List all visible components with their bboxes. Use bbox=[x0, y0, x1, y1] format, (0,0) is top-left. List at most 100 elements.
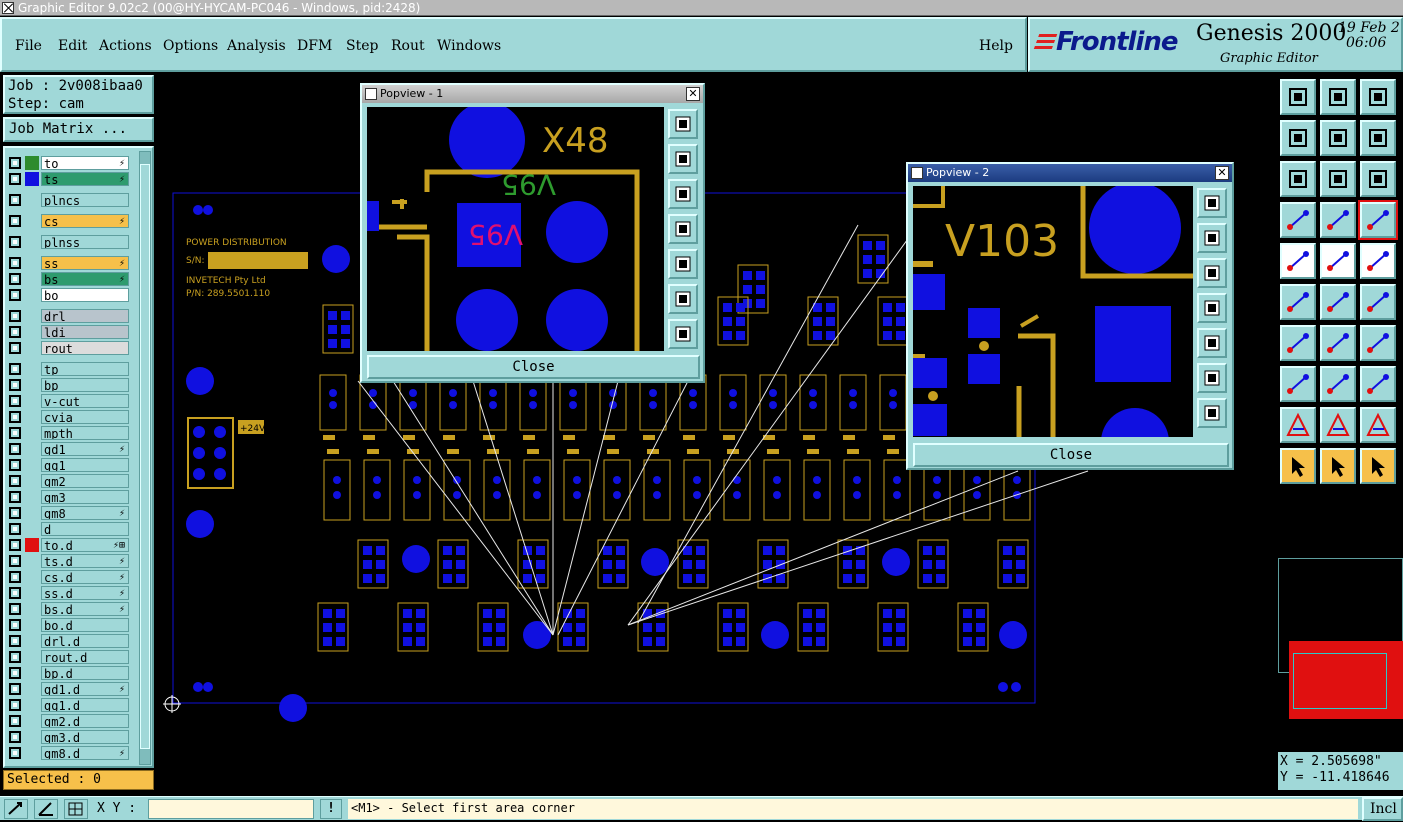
layer-name[interactable]: bp.d bbox=[41, 666, 129, 680]
layer-checkbox[interactable] bbox=[9, 587, 21, 599]
layer-color-swatch[interactable] bbox=[25, 410, 39, 424]
triangle-c-icon[interactable] bbox=[1360, 407, 1396, 443]
layer-checkbox[interactable] bbox=[9, 326, 21, 338]
layer-row-plnss[interactable]: plnss bbox=[9, 235, 129, 249]
layer-name[interactable]: to ⚡ bbox=[41, 156, 129, 170]
layer-row-gm2-d[interactable]: gm2.d bbox=[9, 714, 129, 728]
popview-1-zoom-home-icon[interactable] bbox=[668, 319, 698, 349]
layer-row-cs[interactable]: cs ⚡ bbox=[9, 214, 129, 228]
layer-checkbox[interactable] bbox=[9, 635, 21, 647]
popview-2[interactable]: Popview - 2 ✕ V103 Close bbox=[906, 162, 1234, 470]
layer-row-ts[interactable]: ts ⚡ bbox=[9, 172, 129, 186]
layer-checkbox[interactable] bbox=[9, 731, 21, 743]
layer-checkbox[interactable] bbox=[9, 603, 21, 615]
layer-name[interactable]: bs.d ⚡ bbox=[41, 602, 129, 616]
layer-name[interactable]: gm8.d ⚡ bbox=[41, 746, 129, 760]
layer-checkbox[interactable] bbox=[9, 257, 21, 269]
layer-checkbox[interactable] bbox=[9, 157, 21, 169]
popview-1-pan-left-icon[interactable] bbox=[668, 214, 698, 244]
layer-color-swatch[interactable] bbox=[25, 666, 39, 680]
layer-row-to[interactable]: to ⚡ bbox=[9, 156, 129, 170]
layer-list-scrollbar[interactable] bbox=[139, 151, 151, 765]
layer-name[interactable]: bo bbox=[41, 288, 129, 302]
minimap-view-rect[interactable] bbox=[1293, 653, 1387, 709]
layer-checkbox[interactable] bbox=[9, 363, 21, 375]
layer-name[interactable]: to.d ⚡⊞ bbox=[41, 538, 129, 552]
layer-name[interactable]: rout.d bbox=[41, 650, 129, 664]
zoom-area-icon[interactable] bbox=[4, 799, 28, 819]
menu-analysis[interactable]: Analysis bbox=[227, 37, 286, 55]
layer-color-swatch[interactable] bbox=[25, 458, 39, 472]
layer-row-bo-d[interactable]: bo.d bbox=[9, 618, 129, 632]
layer-row-bp-d[interactable]: bp.d bbox=[9, 666, 129, 680]
layer-name[interactable]: cs.d ⚡ bbox=[41, 570, 129, 584]
layer-name[interactable]: ss.d ⚡ bbox=[41, 586, 129, 600]
layer-color-swatch[interactable] bbox=[25, 362, 39, 376]
layer-row-bs-d[interactable]: bs.d ⚡ bbox=[9, 602, 129, 616]
layer-row-d[interactable]: d bbox=[9, 522, 129, 536]
triangle-a-icon[interactable] bbox=[1280, 407, 1316, 443]
grid-icon[interactable] bbox=[64, 799, 88, 819]
popview-2-zoom-in-icon[interactable] bbox=[1197, 223, 1227, 253]
layer-color-swatch[interactable] bbox=[25, 309, 39, 323]
popview-2-zoom-extent-icon[interactable] bbox=[1197, 363, 1227, 393]
layer-name[interactable]: d bbox=[41, 522, 129, 536]
layer-color-swatch[interactable] bbox=[25, 586, 39, 600]
job-matrix-button[interactable]: Job Matrix ... bbox=[3, 117, 154, 142]
popview-2-pan-left-icon[interactable] bbox=[1197, 293, 1227, 323]
layer-color-swatch[interactable] bbox=[25, 554, 39, 568]
menu-edit[interactable]: Edit bbox=[58, 37, 87, 55]
layer-checkbox[interactable] bbox=[9, 475, 21, 487]
layer-checkbox[interactable] bbox=[9, 443, 21, 455]
line-icon[interactable] bbox=[1320, 325, 1356, 361]
layer-name[interactable]: gg1.d bbox=[41, 698, 129, 712]
home-icon[interactable] bbox=[1360, 79, 1396, 115]
incl-button[interactable]: Incl bbox=[1362, 797, 1403, 821]
menu-rout[interactable]: Rout bbox=[391, 37, 425, 55]
layer-row-ldi[interactable]: ldi bbox=[9, 325, 129, 339]
layer-color-swatch[interactable] bbox=[25, 394, 39, 408]
layer-color-swatch[interactable] bbox=[25, 538, 39, 552]
layer-checkbox[interactable] bbox=[9, 619, 21, 631]
layer-row-cs-d[interactable]: cs.d ⚡ bbox=[9, 570, 129, 584]
draw-line-icon[interactable] bbox=[1320, 243, 1356, 279]
zoom-window-icon[interactable] bbox=[1320, 161, 1356, 197]
move-icon[interactable] bbox=[1360, 284, 1396, 320]
layer-color-swatch[interactable] bbox=[25, 272, 39, 286]
popview-1-zoom-out-icon[interactable] bbox=[668, 179, 698, 209]
layer-color-swatch[interactable] bbox=[25, 506, 39, 520]
layer-checkbox[interactable] bbox=[9, 379, 21, 391]
layer-row-tp[interactable]: tp bbox=[9, 362, 129, 376]
layer-color-swatch[interactable] bbox=[25, 156, 39, 170]
layer-checkbox[interactable] bbox=[9, 395, 21, 407]
layer-checkbox[interactable] bbox=[9, 651, 21, 663]
layer-color-swatch[interactable] bbox=[25, 172, 39, 186]
layer-color-swatch[interactable] bbox=[25, 698, 39, 712]
layer-color-swatch[interactable] bbox=[25, 341, 39, 355]
measure-box-icon[interactable] bbox=[1360, 366, 1396, 402]
layer-color-swatch[interactable] bbox=[25, 522, 39, 536]
rotate-icon[interactable] bbox=[1360, 325, 1396, 361]
layer-color-swatch[interactable] bbox=[25, 634, 39, 648]
layer-name[interactable]: bs ⚡ bbox=[41, 272, 129, 286]
fit-screen-icon[interactable] bbox=[1280, 161, 1316, 197]
layer-name[interactable]: bo.d bbox=[41, 618, 129, 632]
layer-row-ss-d[interactable]: ss.d ⚡ bbox=[9, 586, 129, 600]
overview-minimap[interactable] bbox=[1278, 558, 1403, 719]
menu-actions[interactable]: Actions bbox=[99, 37, 152, 55]
layer-color-swatch[interactable] bbox=[25, 650, 39, 664]
layer-row-mpth[interactable]: mpth bbox=[9, 426, 129, 440]
layer-name[interactable]: rout bbox=[41, 341, 129, 355]
delete-icon[interactable] bbox=[1320, 284, 1356, 320]
layer-row-drl-d[interactable]: drl.d bbox=[9, 634, 129, 648]
popview-2-viewport[interactable]: V103 bbox=[913, 186, 1193, 437]
popview-2-close-button[interactable]: Close bbox=[913, 443, 1229, 467]
connect-icon[interactable] bbox=[1280, 284, 1316, 320]
layer-color-swatch[interactable] bbox=[25, 570, 39, 584]
layer-name[interactable]: gm3.d bbox=[41, 730, 129, 744]
select-mode-icon[interactable] bbox=[1360, 448, 1396, 484]
layer-name[interactable]: ldi bbox=[41, 325, 129, 339]
layer-name[interactable]: v-cut bbox=[41, 394, 129, 408]
layer-row-gd1-d[interactable]: gd1.d ⚡ bbox=[9, 682, 129, 696]
layer-color-swatch[interactable] bbox=[25, 682, 39, 696]
